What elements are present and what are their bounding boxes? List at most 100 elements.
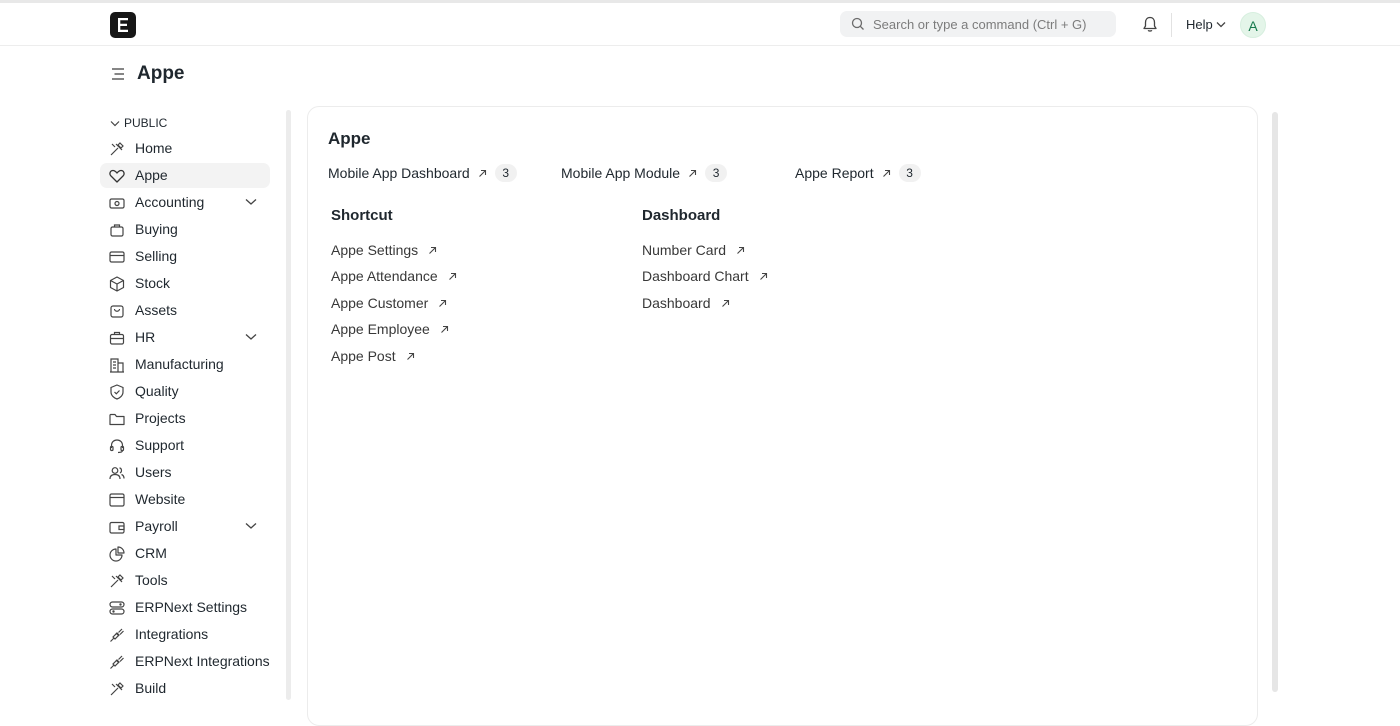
- sidebar-item-label: Accounting: [135, 194, 205, 210]
- sidebar-item-buying[interactable]: Buying: [100, 217, 270, 242]
- link-label: Appe Post: [331, 348, 396, 364]
- sidebar-item-accounting[interactable]: Accounting: [100, 190, 270, 215]
- sidebar-toggle-icon[interactable]: [111, 67, 125, 81]
- wallet-icon: [109, 521, 125, 534]
- sidebar-item-assets[interactable]: Assets: [100, 298, 270, 323]
- link-appe-employee[interactable]: Appe Employee: [331, 321, 449, 337]
- sidebar-item-label: Tools: [135, 572, 168, 588]
- sidebar-item-label: Payroll: [135, 518, 178, 534]
- link-appe-customer[interactable]: Appe Customer: [331, 295, 447, 311]
- sidebar-item-label: Stock: [135, 275, 171, 291]
- headset-icon: [109, 439, 125, 454]
- sidebar-item-hr[interactable]: HR: [100, 325, 270, 350]
- sidebar-item-stock[interactable]: Stock: [100, 271, 270, 296]
- sidebar-item-label: Home: [135, 140, 173, 156]
- logo-e-icon: [118, 18, 128, 32]
- navbar-divider: [1171, 13, 1172, 37]
- link-label: Dashboard Chart: [642, 268, 749, 284]
- sidebar-item-website[interactable]: Website: [100, 487, 270, 512]
- sidebar-item-crm[interactable]: CRM: [100, 541, 270, 566]
- app-logo[interactable]: [110, 12, 136, 38]
- sidebar-item-support[interactable]: Support: [100, 433, 270, 458]
- link-label: Appe Attendance: [331, 268, 438, 284]
- shopping-bag-icon: [110, 305, 124, 318]
- help-menu[interactable]: Help: [1186, 17, 1213, 32]
- arrow-up-right-icon: [439, 299, 447, 307]
- quick-link-label: Appe Report: [795, 165, 874, 181]
- link-appe-post[interactable]: Appe Post: [331, 348, 415, 364]
- chevron-down-icon[interactable]: [1216, 21, 1226, 28]
- sidebar-item-appe[interactable]: Appe: [100, 163, 270, 188]
- sidebar-item-label: Users: [135, 464, 172, 480]
- sidebar-item-label: Website: [135, 491, 186, 507]
- sidebar-item-erpnext-settings[interactable]: ERPNext Settings: [100, 595, 270, 620]
- sidebar-item-erpnext-integrations[interactable]: ERPNext Integrations: [100, 649, 270, 674]
- sidebar-item-label: ERPNext Integrations: [135, 653, 270, 669]
- shield-check-icon: [110, 384, 124, 400]
- heart-icon: [109, 169, 125, 183]
- sidebar-item-integrations[interactable]: Integrations: [100, 622, 270, 647]
- sidebar-item-selling[interactable]: Selling: [100, 244, 270, 269]
- quick-link-appe-report[interactable]: Appe Report 3: [795, 164, 921, 182]
- arrow-up-right-icon: [440, 325, 448, 333]
- sidebar-item-projects[interactable]: Projects: [100, 406, 270, 431]
- page-title: Appe: [137, 63, 185, 84]
- sidebar-item-home[interactable]: Home: [100, 136, 270, 161]
- link-appe-attendance[interactable]: Appe Attendance: [331, 268, 457, 284]
- search-icon: [851, 17, 864, 30]
- users-icon: [109, 467, 125, 480]
- workspace-card: Appe Mobile App Dashboard 3 Mobile App M…: [307, 106, 1258, 726]
- quick-link-mobile-app-module[interactable]: Mobile App Module 3: [561, 164, 728, 182]
- sidebar-item-quality[interactable]: Quality: [100, 379, 270, 404]
- plug-icon: [110, 655, 124, 669]
- chevron-down-icon: [110, 120, 120, 126]
- sidebar-scrollbar[interactable]: [286, 110, 291, 700]
- arrow-up-right-icon: [478, 169, 486, 177]
- sidebar-item-label: Selling: [135, 248, 178, 264]
- quick-link-mobile-app-dashboard[interactable]: Mobile App Dashboard 3: [328, 164, 517, 182]
- arrow-up-right-icon: [721, 299, 729, 307]
- arrow-up-right-icon: [689, 169, 697, 177]
- count-badge: 3: [494, 164, 517, 182]
- link-label: Number Card: [642, 242, 727, 258]
- sidebar-section-public[interactable]: PUBLIC: [110, 116, 167, 130]
- user-avatar[interactable]: A: [1240, 12, 1266, 38]
- link-number-card[interactable]: Number Card: [642, 242, 745, 258]
- sidebar-item-label: Buying: [135, 221, 178, 237]
- sidebar-item-label: CRM: [135, 545, 167, 561]
- link-label: Appe Settings: [331, 242, 419, 258]
- sidebar-item-label: ERPNext Settings: [135, 599, 248, 615]
- link-label: Appe Customer: [331, 295, 429, 311]
- arrow-up-right-icon: [759, 272, 767, 280]
- sidebar-item-tools[interactable]: Tools: [100, 568, 270, 593]
- arrow-up-right-icon: [429, 246, 437, 254]
- main-scrollbar[interactable]: [1272, 112, 1278, 692]
- pie-chart-icon: [109, 546, 125, 562]
- link-appe-settings[interactable]: Appe Settings: [331, 242, 437, 258]
- chevron-down-icon[interactable]: [245, 333, 257, 341]
- search-input[interactable]: Search or type a command (Ctrl + G): [840, 11, 1116, 37]
- chevron-down-icon[interactable]: [245, 522, 257, 530]
- sidebar-item-label: Build: [135, 680, 167, 696]
- sidebar-item-manufacturing[interactable]: Manufacturing: [100, 352, 270, 377]
- box-icon: [109, 276, 125, 292]
- link-dashboard-chart[interactable]: Dashboard Chart: [642, 268, 768, 284]
- sidebar-item-users[interactable]: Users: [100, 460, 270, 485]
- group-title-shortcut: Shortcut: [331, 207, 393, 224]
- sidebar-item-label: Assets: [135, 302, 178, 318]
- chevron-down-icon[interactable]: [245, 198, 257, 206]
- notification-bell-icon[interactable]: [1142, 16, 1158, 33]
- arrow-up-right-icon: [406, 352, 414, 360]
- money-icon: [109, 198, 125, 209]
- sidebar-item-payroll[interactable]: Payroll: [100, 514, 270, 539]
- navbar: Search or type a command (Ctrl + G) Help…: [0, 3, 1400, 46]
- home-tools-icon: [110, 142, 124, 156]
- link-dashboard[interactable]: Dashboard: [642, 295, 730, 311]
- sidebar-item-label: Projects: [135, 410, 186, 426]
- sidebar-item-build[interactable]: Build: [100, 676, 270, 701]
- arrow-up-right-icon: [882, 169, 890, 177]
- sidebar-section-label: PUBLIC: [124, 116, 168, 130]
- sidebar-item-label: Quality: [135, 383, 179, 399]
- sidebar-item-label: Support: [135, 437, 185, 453]
- sidebar-item-label: Appe: [135, 167, 168, 183]
